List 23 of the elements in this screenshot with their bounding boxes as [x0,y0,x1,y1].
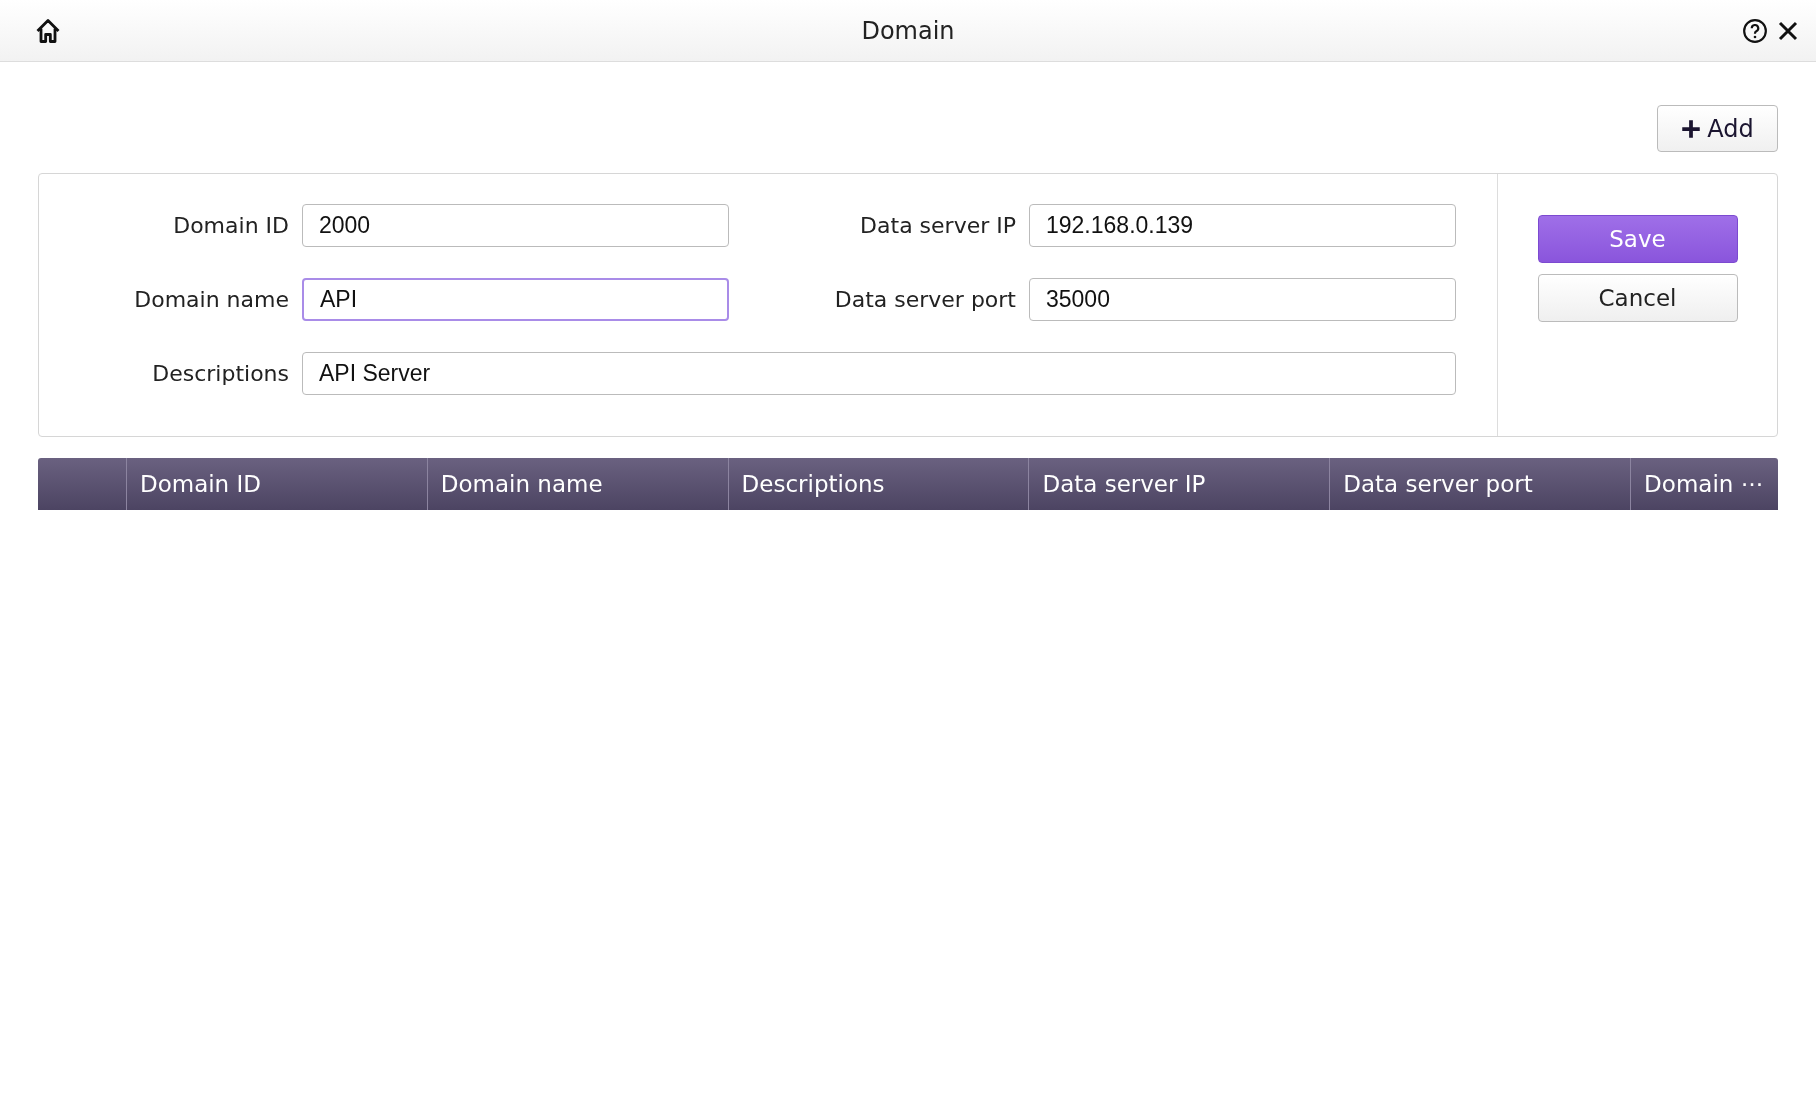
column-header[interactable]: Descriptions [741,471,885,497]
column-header[interactable]: Domain name [440,471,603,497]
column-header[interactable]: Domain ID [139,471,261,497]
input-field[interactable]: 35000 [1029,278,1456,321]
home-icon[interactable] [34,16,62,45]
window-title: Domain [861,16,955,45]
save-button[interactable]: Save [1537,215,1738,263]
column-header[interactable]: Domain ⋯ [1644,471,1764,497]
field-label: Domain ID [172,213,289,238]
input-field[interactable]: 192.168.0.139 [1029,204,1456,247]
add-button[interactable]: Add [1657,105,1778,152]
field-label: Data server port [833,287,1016,312]
cancel-button[interactable]: Cancel [1537,274,1738,322]
input-field[interactable]: 2000 [302,204,729,247]
field-label: Data server IP [859,213,1016,238]
help-icon[interactable] [1742,17,1768,44]
plus-icon [1681,118,1702,139]
field-label: Descriptions [151,361,289,386]
field-label: Domain name [133,287,289,312]
column-header[interactable]: Data server IP [1042,471,1206,497]
column-header[interactable]: Data server port [1343,471,1533,497]
input-field[interactable]: API [302,278,729,321]
input-field[interactable]: API Server [302,352,1456,395]
